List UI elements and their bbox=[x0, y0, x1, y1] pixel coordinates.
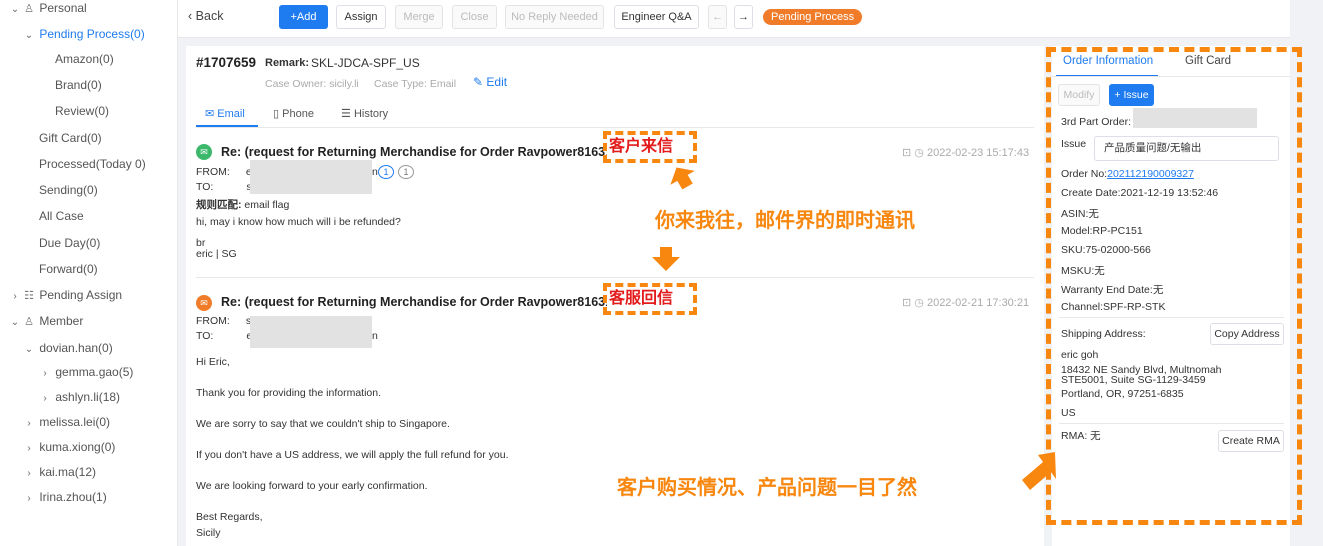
annotation-text: 你来我往，邮件界的即时通讯 bbox=[655, 210, 915, 232]
arrow-up-icon bbox=[670, 167, 695, 190]
annotation-text: 客户购买情况、产品问题一目了然 bbox=[617, 477, 917, 499]
annotation-box bbox=[1046, 47, 1302, 525]
app-root: ⌄ ♙ Personal ⌄ Pending Process(0) Amazon(… bbox=[0, 0, 1323, 546]
arrow-down-icon bbox=[652, 247, 680, 271]
